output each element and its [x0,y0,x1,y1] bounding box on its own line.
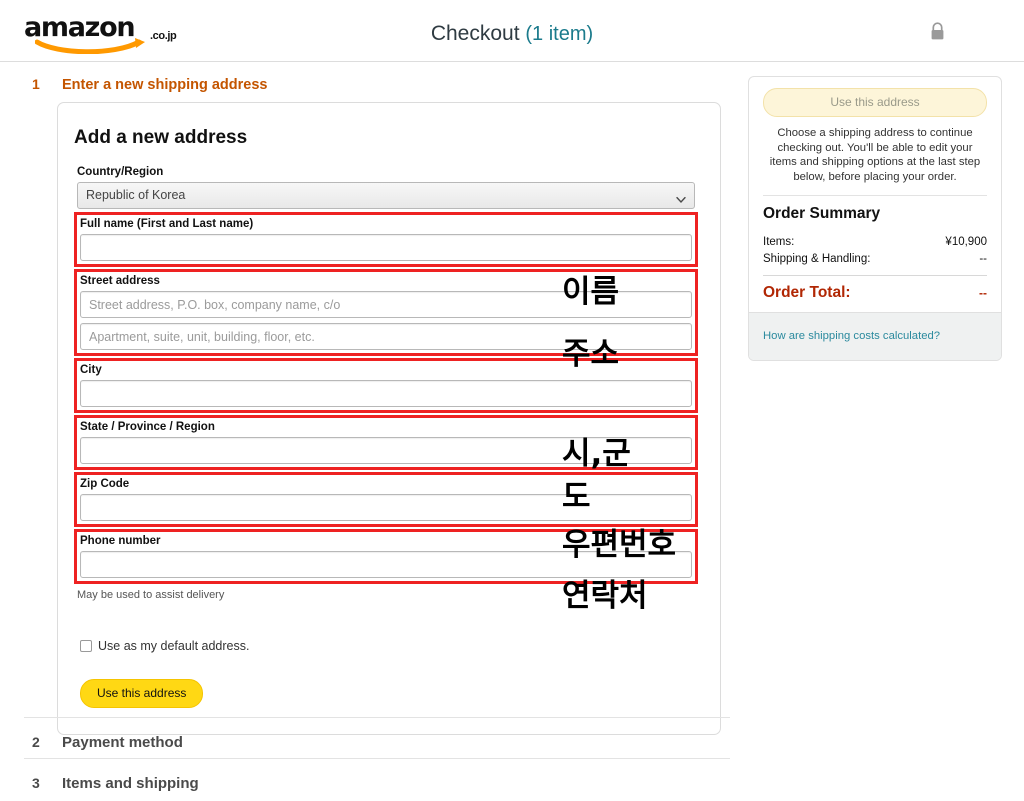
order-total-value: -- [979,286,987,300]
step-2-payment-method[interactable]: 2 Payment method [24,717,730,751]
page-header: amazon .co.jp Checkout (1 item) [0,0,1024,62]
shipping-address-section: 1 Enter a new shipping address Add a new… [24,76,730,735]
city-input[interactable] [80,380,692,407]
summary-items-label: Items: [763,236,795,248]
annotation-zip: 우편번호 [562,527,677,563]
full-name-highlight-box: Full name (First and Last name) [74,212,698,267]
full-name-label: Full name (First and Last name) [80,218,254,230]
annotation-province: 도 [562,479,591,515]
page-body: 1 Enter a new shipping address Add a new… [0,62,1024,801]
step-3-number: 3 [32,775,40,791]
step-2-title: Payment method [62,734,183,751]
order-summary-footer: How are shipping costs calculated? [749,312,1001,360]
annotation-phone: 연락처 [562,578,648,614]
checkout-label: Checkout [430,22,520,45]
order-summary-panel: Use this address Choose a shipping addre… [748,76,1002,361]
zip-highlight-box: Zip Code [74,472,698,527]
country-select-wrap[interactable]: Republic of Korea [77,182,695,209]
annotation-name: 이름 [562,274,620,310]
step-1-title: Enter a new shipping address [62,77,268,93]
order-summary-title: Order Summary [763,205,881,222]
card-title: Add a new address [74,127,248,148]
full-name-input[interactable] [80,234,692,261]
shipping-costs-link[interactable]: How are shipping costs calculated? [763,330,940,342]
sidebar-use-this-address-button[interactable]: Use this address [763,88,987,117]
summary-row-shipping: Shipping & Handling: -- [763,251,987,268]
divider [763,195,987,196]
summary-shipping-value: -- [979,253,987,265]
zip-input[interactable] [80,494,692,521]
divider [763,275,987,276]
default-address-row[interactable]: Use as my default address. [80,639,698,653]
annotation-address: 주소 [562,336,620,372]
country-label: Country/Region [77,166,164,178]
item-count[interactable]: (1 item) [525,23,593,45]
zip-label: Zip Code [80,478,130,490]
summary-row-items: Items: ¥10,900 [763,234,987,251]
summary-shipping-label: Shipping & Handling: [763,253,871,265]
step-3-items-and-shipping[interactable]: 3 Items and shipping [24,758,730,792]
shipping-address-note: Choose a shipping address to continue ch… [769,127,981,183]
state-label: State / Province / Region [80,421,215,433]
order-total-row: Order Total: -- [763,284,987,302]
lock-icon [929,22,946,42]
summary-items-value: ¥10,900 [945,236,987,248]
step-1-header: 1 Enter a new shipping address [24,76,730,93]
add-address-card: Add a new address Country/Region Republi… [57,102,721,735]
use-this-address-button[interactable]: Use this address [80,679,204,708]
annotation-city: 시,군 [562,436,631,472]
country-select[interactable]: Republic of Korea [77,182,695,209]
order-total-label: Order Total: [763,284,851,301]
order-summary-body: Use this address Choose a shipping addre… [749,77,1001,312]
country-field-group: Country/Region Republic of Korea [74,165,698,209]
default-address-label: Use as my default address. [98,639,250,653]
page-title: Checkout (1 item) [0,22,1024,46]
default-address-checkbox[interactable] [80,640,92,652]
step-2-number: 2 [32,734,40,750]
step-1-number: 1 [32,76,40,92]
step-3-title: Items and shipping [62,775,199,792]
